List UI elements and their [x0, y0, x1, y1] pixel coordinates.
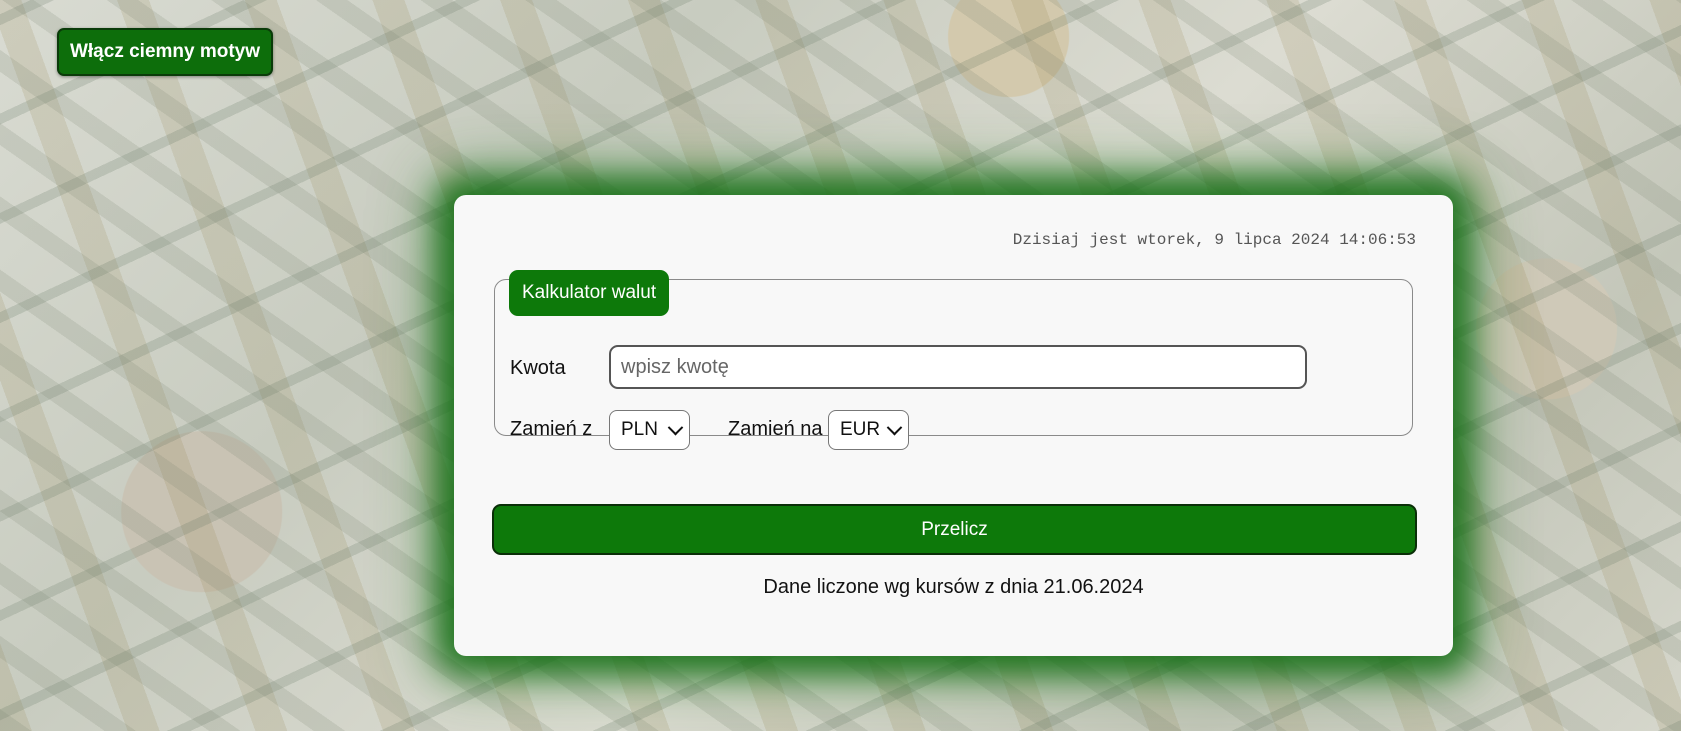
rates-date-note: Dane liczone wg kursów z dnia 21.06.2024	[763, 576, 1144, 598]
to-currency-select[interactable]: EUR	[828, 410, 909, 450]
converter-card: Dzisiaj jest wtorek, 9 lipca 2024 14:06:…	[454, 195, 1453, 656]
chevron-down-icon	[886, 419, 903, 435]
dark-theme-toggle-button[interactable]: Włącz ciemny motyw	[57, 28, 273, 76]
converter-legend: Kalkulator walut	[509, 270, 670, 316]
to-currency-value: EUR	[840, 419, 881, 440]
to-currency-label: Zamień na	[728, 418, 823, 440]
amount-label: Kwota	[510, 357, 566, 379]
from-currency-select[interactable]: PLN	[609, 410, 690, 450]
convert-button[interactable]: Przelicz	[492, 504, 1417, 555]
amount-input[interactable]	[609, 345, 1307, 389]
chevron-down-icon	[667, 419, 684, 435]
from-currency-label: Zamień z	[510, 418, 593, 440]
current-datetime: Dzisiaj jest wtorek, 9 lipca 2024 14:06:…	[1012, 231, 1416, 249]
from-currency-value: PLN	[621, 419, 658, 440]
